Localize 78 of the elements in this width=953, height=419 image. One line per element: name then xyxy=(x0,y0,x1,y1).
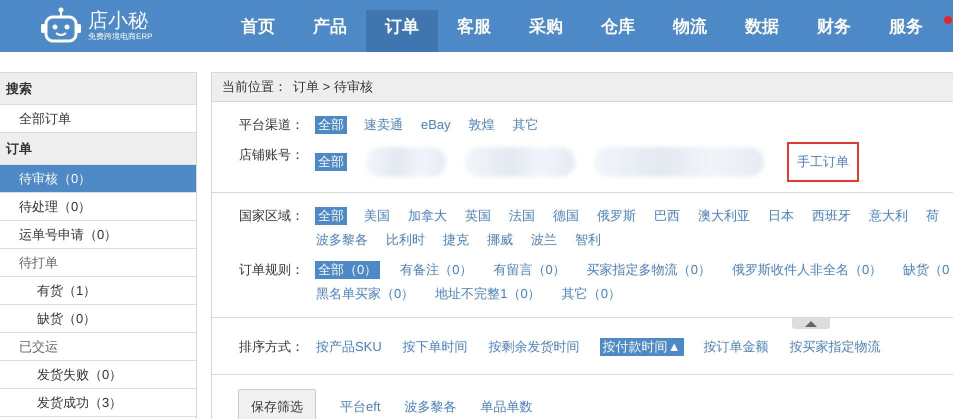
nav-tab[interactable]: 物流 xyxy=(654,10,726,52)
filter-option[interactable]: 法国 xyxy=(508,205,536,227)
sort-option[interactable]: 按付款时间▲ xyxy=(600,338,684,356)
filter-option[interactable]: 澳大利亚 xyxy=(697,205,751,227)
filter-option[interactable]: eBay xyxy=(420,114,452,136)
filter-option[interactable]: 全部 xyxy=(315,207,347,225)
filter-label: 订单规则： xyxy=(238,261,305,279)
filter-option[interactable]: 挪威 xyxy=(486,229,514,251)
robot-logo-icon xyxy=(40,7,82,45)
filter-option[interactable]: 全部 xyxy=(315,116,347,134)
filter-option[interactable]: 西班牙 xyxy=(811,205,852,227)
sort-option[interactable]: 按产品SKU xyxy=(315,336,383,358)
filter-option[interactable]: 加拿大 xyxy=(407,205,448,227)
nav-tab[interactable]: 采购 xyxy=(510,10,582,52)
filter-option[interactable]: 有留言（0） xyxy=(492,259,567,281)
sidebar-item[interactable]: 待处理（0） xyxy=(0,193,196,221)
filter-option[interactable]: 美国 xyxy=(363,205,391,227)
sort-option[interactable]: 按订单金额 xyxy=(702,336,770,358)
saved-filter-link[interactable]: 波多黎各 xyxy=(404,398,456,416)
nav-tab[interactable]: 财务 xyxy=(798,10,870,52)
filter-label: 平台渠道： xyxy=(238,116,305,134)
filter-option[interactable]: 波多黎各 xyxy=(315,229,369,251)
filter-label: 排序方式： xyxy=(238,338,305,356)
sidebar-item[interactable]: 运单号申请（0） xyxy=(0,221,196,249)
filter-option[interactable]: 黑名单买家（0） xyxy=(315,283,416,305)
sort-option[interactable]: 按剩余发货时间 xyxy=(488,336,581,358)
breadcrumb-label: 当前位置： xyxy=(222,78,287,96)
nav-tab[interactable]: 服务 xyxy=(870,10,942,52)
filter-option[interactable]: 俄罗斯 xyxy=(596,205,637,227)
filter-option[interactable]: 地址不完整1（0） xyxy=(434,283,542,305)
filter-option[interactable]: 全部（0） xyxy=(315,261,380,279)
save-filter-button[interactable]: 保存筛选 xyxy=(238,389,316,419)
nav-tab[interactable]: 数据 xyxy=(726,10,798,52)
sidebar-item[interactable]: 已交运 xyxy=(0,333,196,361)
nav-tab[interactable]: 仓库 xyxy=(582,10,654,52)
collapse-tab[interactable] xyxy=(792,318,830,329)
filter-option[interactable]: 速卖通 xyxy=(363,114,404,136)
filter-option[interactable]: 智利 xyxy=(574,229,602,251)
filter-option[interactable]: 有备注（0） xyxy=(399,259,474,281)
sidebar-item[interactable]: 待打单 xyxy=(0,249,196,277)
nav-tab[interactable]: 订单 xyxy=(366,10,438,52)
breadcrumb-path: 订单 > 待审核 xyxy=(293,78,373,96)
collapse-icon xyxy=(805,320,817,326)
sidebar-section-title: 订单 xyxy=(0,133,196,165)
saved-filter-link[interactable]: 单品单数 xyxy=(480,398,532,416)
filter-option[interactable]: 买家指定多物流（0） xyxy=(586,259,712,281)
filter-option[interactable]: 日本 xyxy=(767,205,795,227)
filter-option[interactable]: 全部 xyxy=(315,153,347,171)
filter-option[interactable]: 其它 xyxy=(512,114,540,136)
sort-option[interactable]: 按下单时间 xyxy=(402,336,469,358)
sidebar-item[interactable]: 发货失败（0） xyxy=(0,361,196,389)
sidebar-item[interactable]: 待审核（0） xyxy=(0,165,196,193)
filter-option[interactable]: 比利时 xyxy=(385,229,426,251)
sidebar-item[interactable]: 有货（1） xyxy=(0,277,196,305)
filter-label: 国家区域： xyxy=(238,207,305,225)
filter-option[interactable]: 手工订单 xyxy=(789,144,857,180)
nav-tab[interactable]: 首页 xyxy=(222,10,294,52)
filter-option[interactable]: 意大利 xyxy=(868,205,909,227)
filter-label: 店铺账号： xyxy=(238,146,305,164)
filter-option[interactable]: 捷克 xyxy=(442,229,470,251)
sidebar-item[interactable]: 缺货（0） xyxy=(0,305,196,333)
filter-option[interactable]: 荷 xyxy=(925,205,940,227)
filter-option[interactable]: 其它（0） xyxy=(560,283,622,305)
filter-option[interactable]: 波兰 xyxy=(530,229,558,251)
filter-option[interactable]: 缺货（0 xyxy=(902,259,950,281)
nav-tab[interactable]: 产品 xyxy=(294,10,366,52)
sidebar-section-title: 搜索 xyxy=(0,73,196,105)
filter-option[interactable]: 巴西 xyxy=(653,205,681,227)
filter-option[interactable]: 敦煌 xyxy=(468,114,496,136)
filter-option[interactable]: 俄罗斯收件人非全名（0） xyxy=(730,259,884,281)
logo-name: 店小秘 xyxy=(88,10,149,32)
logo-tagline: 免费跨境电商ERP xyxy=(88,32,152,42)
sidebar-item[interactable]: 发货成功（3） xyxy=(0,389,196,417)
filter-option[interactable]: 德国 xyxy=(552,205,580,227)
nav-tab[interactable]: 客服 xyxy=(438,10,510,52)
saved-filter-link[interactable]: 平台eft xyxy=(340,398,380,416)
sort-option[interactable]: 按买家指定物流 xyxy=(788,336,882,358)
filter-option[interactable]: 英国 xyxy=(464,205,492,227)
